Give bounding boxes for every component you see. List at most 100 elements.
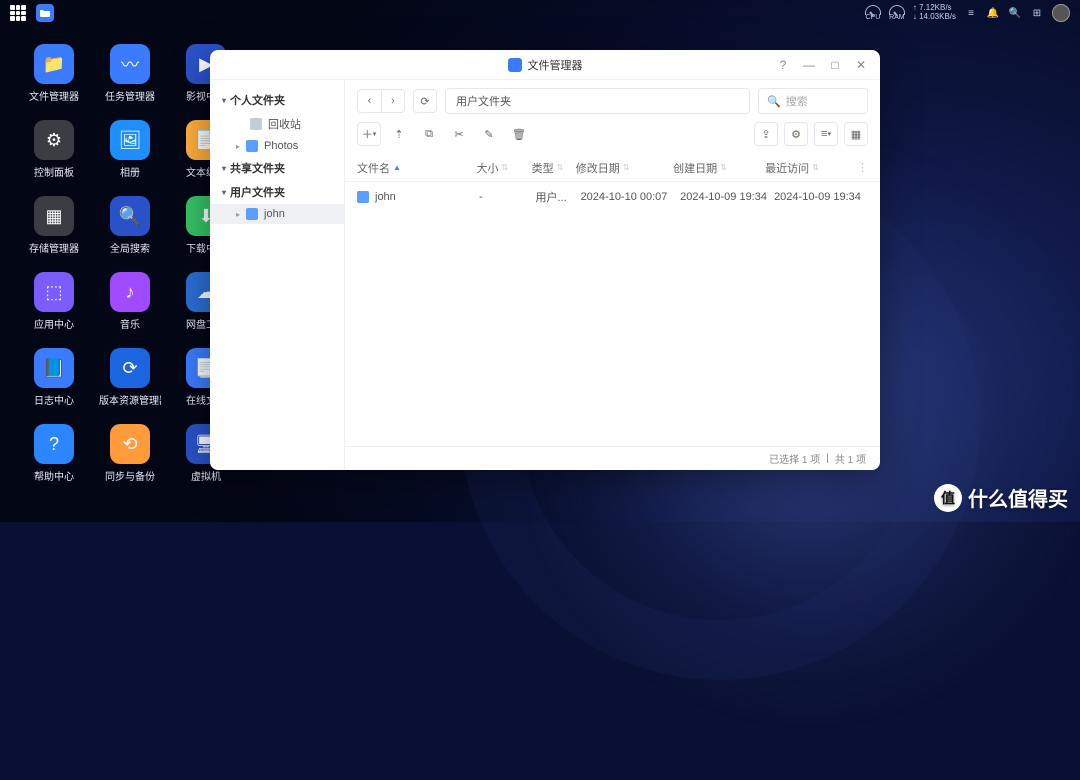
search-icon[interactable]: 🔍 bbox=[1008, 6, 1022, 20]
column-created[interactable]: 创建日期⇅ bbox=[673, 160, 765, 176]
app-icon: 〰 bbox=[110, 44, 150, 84]
chevron-down-icon: ▾ bbox=[222, 164, 226, 173]
sidebar-section-header[interactable]: ▾ 个人文件夹 bbox=[210, 88, 344, 112]
refresh-button[interactable]: ⟳ bbox=[413, 89, 437, 113]
file-size: - bbox=[479, 191, 535, 203]
sidebar-item[interactable]: ▸ john bbox=[210, 204, 344, 224]
desktop-icon[interactable]: ▦存储管理器 bbox=[22, 196, 86, 270]
folder-icon bbox=[40, 9, 50, 17]
close-button[interactable]: ✕ bbox=[850, 54, 872, 76]
app-label: 存储管理器 bbox=[29, 240, 79, 255]
folder-icon bbox=[250, 118, 262, 130]
table-row[interactable]: john - 用户... 2024-10-10 00:07 2024-10-09… bbox=[345, 182, 880, 212]
table-header: 文件名▲ 大小⇅ 类型⇅ 修改日期⇅ 创建日期⇅ 最近访问⇅ ⋮ bbox=[345, 154, 880, 182]
notifications-icon[interactable]: 🔔 bbox=[986, 6, 1000, 20]
app-label: 相册 bbox=[120, 164, 140, 179]
app-label: 日志中心 bbox=[34, 392, 74, 407]
upload-button[interactable]: ⇡ bbox=[387, 122, 411, 146]
desktop-icon[interactable]: 📘 日志中心 bbox=[22, 348, 86, 422]
copy-button[interactable]: ⧉ bbox=[417, 122, 441, 146]
watermark: 值 什么值得买 bbox=[934, 483, 1068, 512]
column-type[interactable]: 类型⇅ bbox=[532, 160, 576, 176]
app-icon: ⚙ bbox=[34, 120, 74, 160]
sidebar-item[interactable]: 回收站 bbox=[210, 112, 344, 136]
cut-button[interactable]: ✂ bbox=[447, 122, 471, 146]
file-list: john - 用户... 2024-10-10 00:07 2024-10-09… bbox=[345, 182, 880, 446]
sidebar-item[interactable]: ▸ Photos bbox=[210, 136, 344, 156]
desktop-icon[interactable]: ⬚应用中心 bbox=[22, 272, 86, 346]
file-manager-window: 文件管理器 ? — □ ✕ ▾个人文件夹回收站▸Photos▾共享文件夹▾用户文… bbox=[210, 50, 880, 470]
settings-button[interactable]: ⚙ bbox=[784, 122, 808, 146]
folder-icon bbox=[246, 208, 258, 220]
search-input[interactable]: 🔍搜索 bbox=[758, 88, 868, 114]
window-title: 文件管理器 bbox=[528, 57, 583, 73]
ram-gauge[interactable]: RAM bbox=[889, 5, 905, 21]
file-accessed: 2024-10-09 19:34 bbox=[774, 191, 868, 203]
cpu-gauge[interactable]: CPU bbox=[865, 5, 881, 21]
desktop-icon[interactable]: ⟲同步与备份 bbox=[98, 424, 162, 498]
system-topbar: CPU RAM ↑ 7.12KB/s ↓ 14.03KB/s ≡ 🔔 🔍 ⊞ bbox=[0, 0, 1080, 26]
maximize-button[interactable]: □ bbox=[824, 54, 846, 76]
minimize-button[interactable]: — bbox=[798, 54, 820, 76]
window-titlebar[interactable]: 文件管理器 ? — □ ✕ bbox=[210, 50, 880, 80]
menu-icon[interactable]: ≡ bbox=[964, 6, 978, 20]
app-label: 虚拟机 bbox=[191, 468, 221, 483]
desktop-icon[interactable]: ⟳版本资源管理器 bbox=[98, 348, 162, 422]
section-label: 用户文件夹 bbox=[230, 184, 285, 200]
app-icon: 📘 bbox=[34, 348, 74, 388]
caret-right-icon: ▸ bbox=[236, 142, 240, 151]
section-label: 个人文件夹 bbox=[230, 92, 285, 108]
app-grid-button[interactable] bbox=[10, 5, 26, 21]
desktop-icon[interactable]: 📁文件管理器 bbox=[22, 44, 86, 118]
folder-sidebar: ▾个人文件夹回收站▸Photos▾共享文件夹▾用户文件夹▸john bbox=[210, 80, 345, 470]
column-size[interactable]: 大小⇅ bbox=[476, 160, 531, 176]
folder-icon bbox=[246, 140, 258, 152]
share-button[interactable]: ⇪ bbox=[754, 122, 778, 146]
user-avatar[interactable] bbox=[1052, 4, 1070, 22]
nav-back-button[interactable]: ‹ bbox=[357, 89, 381, 113]
app-label: 文件管理器 bbox=[29, 88, 79, 103]
sidebar-item-label: Photos bbox=[264, 140, 298, 152]
file-modified: 2024-10-10 00:07 bbox=[581, 191, 681, 203]
file-type: 用户... bbox=[535, 189, 580, 205]
app-label: 帮助中心 bbox=[34, 468, 74, 483]
caret-right-icon: ▸ bbox=[236, 210, 240, 219]
app-label: 音乐 bbox=[120, 316, 140, 331]
help-button[interactable]: ? bbox=[772, 54, 794, 76]
chevron-down-icon: ▾ bbox=[222, 96, 226, 105]
sidebar-section-header[interactable]: ▾共享文件夹 bbox=[210, 156, 344, 180]
chevron-down-icon: ▾ bbox=[222, 188, 226, 197]
desktop-icon[interactable]: 🖼 相册 bbox=[98, 120, 162, 194]
watermark-badge: 值 bbox=[934, 484, 962, 512]
app-icon: ♪ bbox=[110, 272, 150, 312]
view-button[interactable]: ▦ bbox=[844, 122, 868, 146]
sidebar-item-label: john bbox=[264, 208, 285, 220]
folder-icon bbox=[508, 58, 522, 72]
app-icon: ⟳ bbox=[110, 348, 150, 388]
widget-icon[interactable]: ⊞ bbox=[1030, 6, 1044, 20]
folder-icon bbox=[357, 191, 369, 203]
breadcrumb[interactable]: 用户文件夹 bbox=[445, 88, 750, 114]
delete-button[interactable]: 🗑 bbox=[507, 122, 531, 146]
desktop-icon[interactable]: ♪ 音乐 bbox=[98, 272, 162, 346]
column-more-icon[interactable]: ⋮ bbox=[857, 161, 868, 174]
rename-button[interactable]: ✎ bbox=[477, 122, 501, 146]
nav-forward-button[interactable]: › bbox=[381, 89, 405, 113]
app-icon: ⬚ bbox=[34, 272, 74, 312]
main-panel: ‹› ⟳ 用户文件夹 🔍搜索 ＋▾ ⇡ ⧉ ✂ ✎ 🗑 ⇪ ⚙ ≡▾ bbox=[345, 80, 880, 470]
column-name[interactable]: 文件名▲ bbox=[357, 160, 476, 176]
sidebar-item-label: 回收站 bbox=[268, 116, 301, 132]
desktop-icon[interactable]: 🔍全局搜索 bbox=[98, 196, 162, 270]
sidebar-section-header[interactable]: ▾ 用户文件夹 bbox=[210, 180, 344, 204]
desktop-icon[interactable]: ?帮助中心 bbox=[22, 424, 86, 498]
column-accessed[interactable]: 最近访问⇅ bbox=[765, 160, 857, 176]
desktop-icon[interactable]: ⚙控制面板 bbox=[22, 120, 86, 194]
search-icon: 🔍 bbox=[767, 95, 781, 108]
taskbar-file-manager[interactable] bbox=[36, 4, 54, 22]
column-modified[interactable]: 修改日期⇅ bbox=[576, 160, 673, 176]
new-button[interactable]: ＋▾ bbox=[357, 122, 381, 146]
desktop-icon[interactable]: 〰任务管理器 bbox=[98, 44, 162, 118]
sort-button[interactable]: ≡▾ bbox=[814, 122, 838, 146]
app-icon: 🖼 bbox=[110, 120, 150, 160]
file-name: john bbox=[375, 191, 396, 203]
